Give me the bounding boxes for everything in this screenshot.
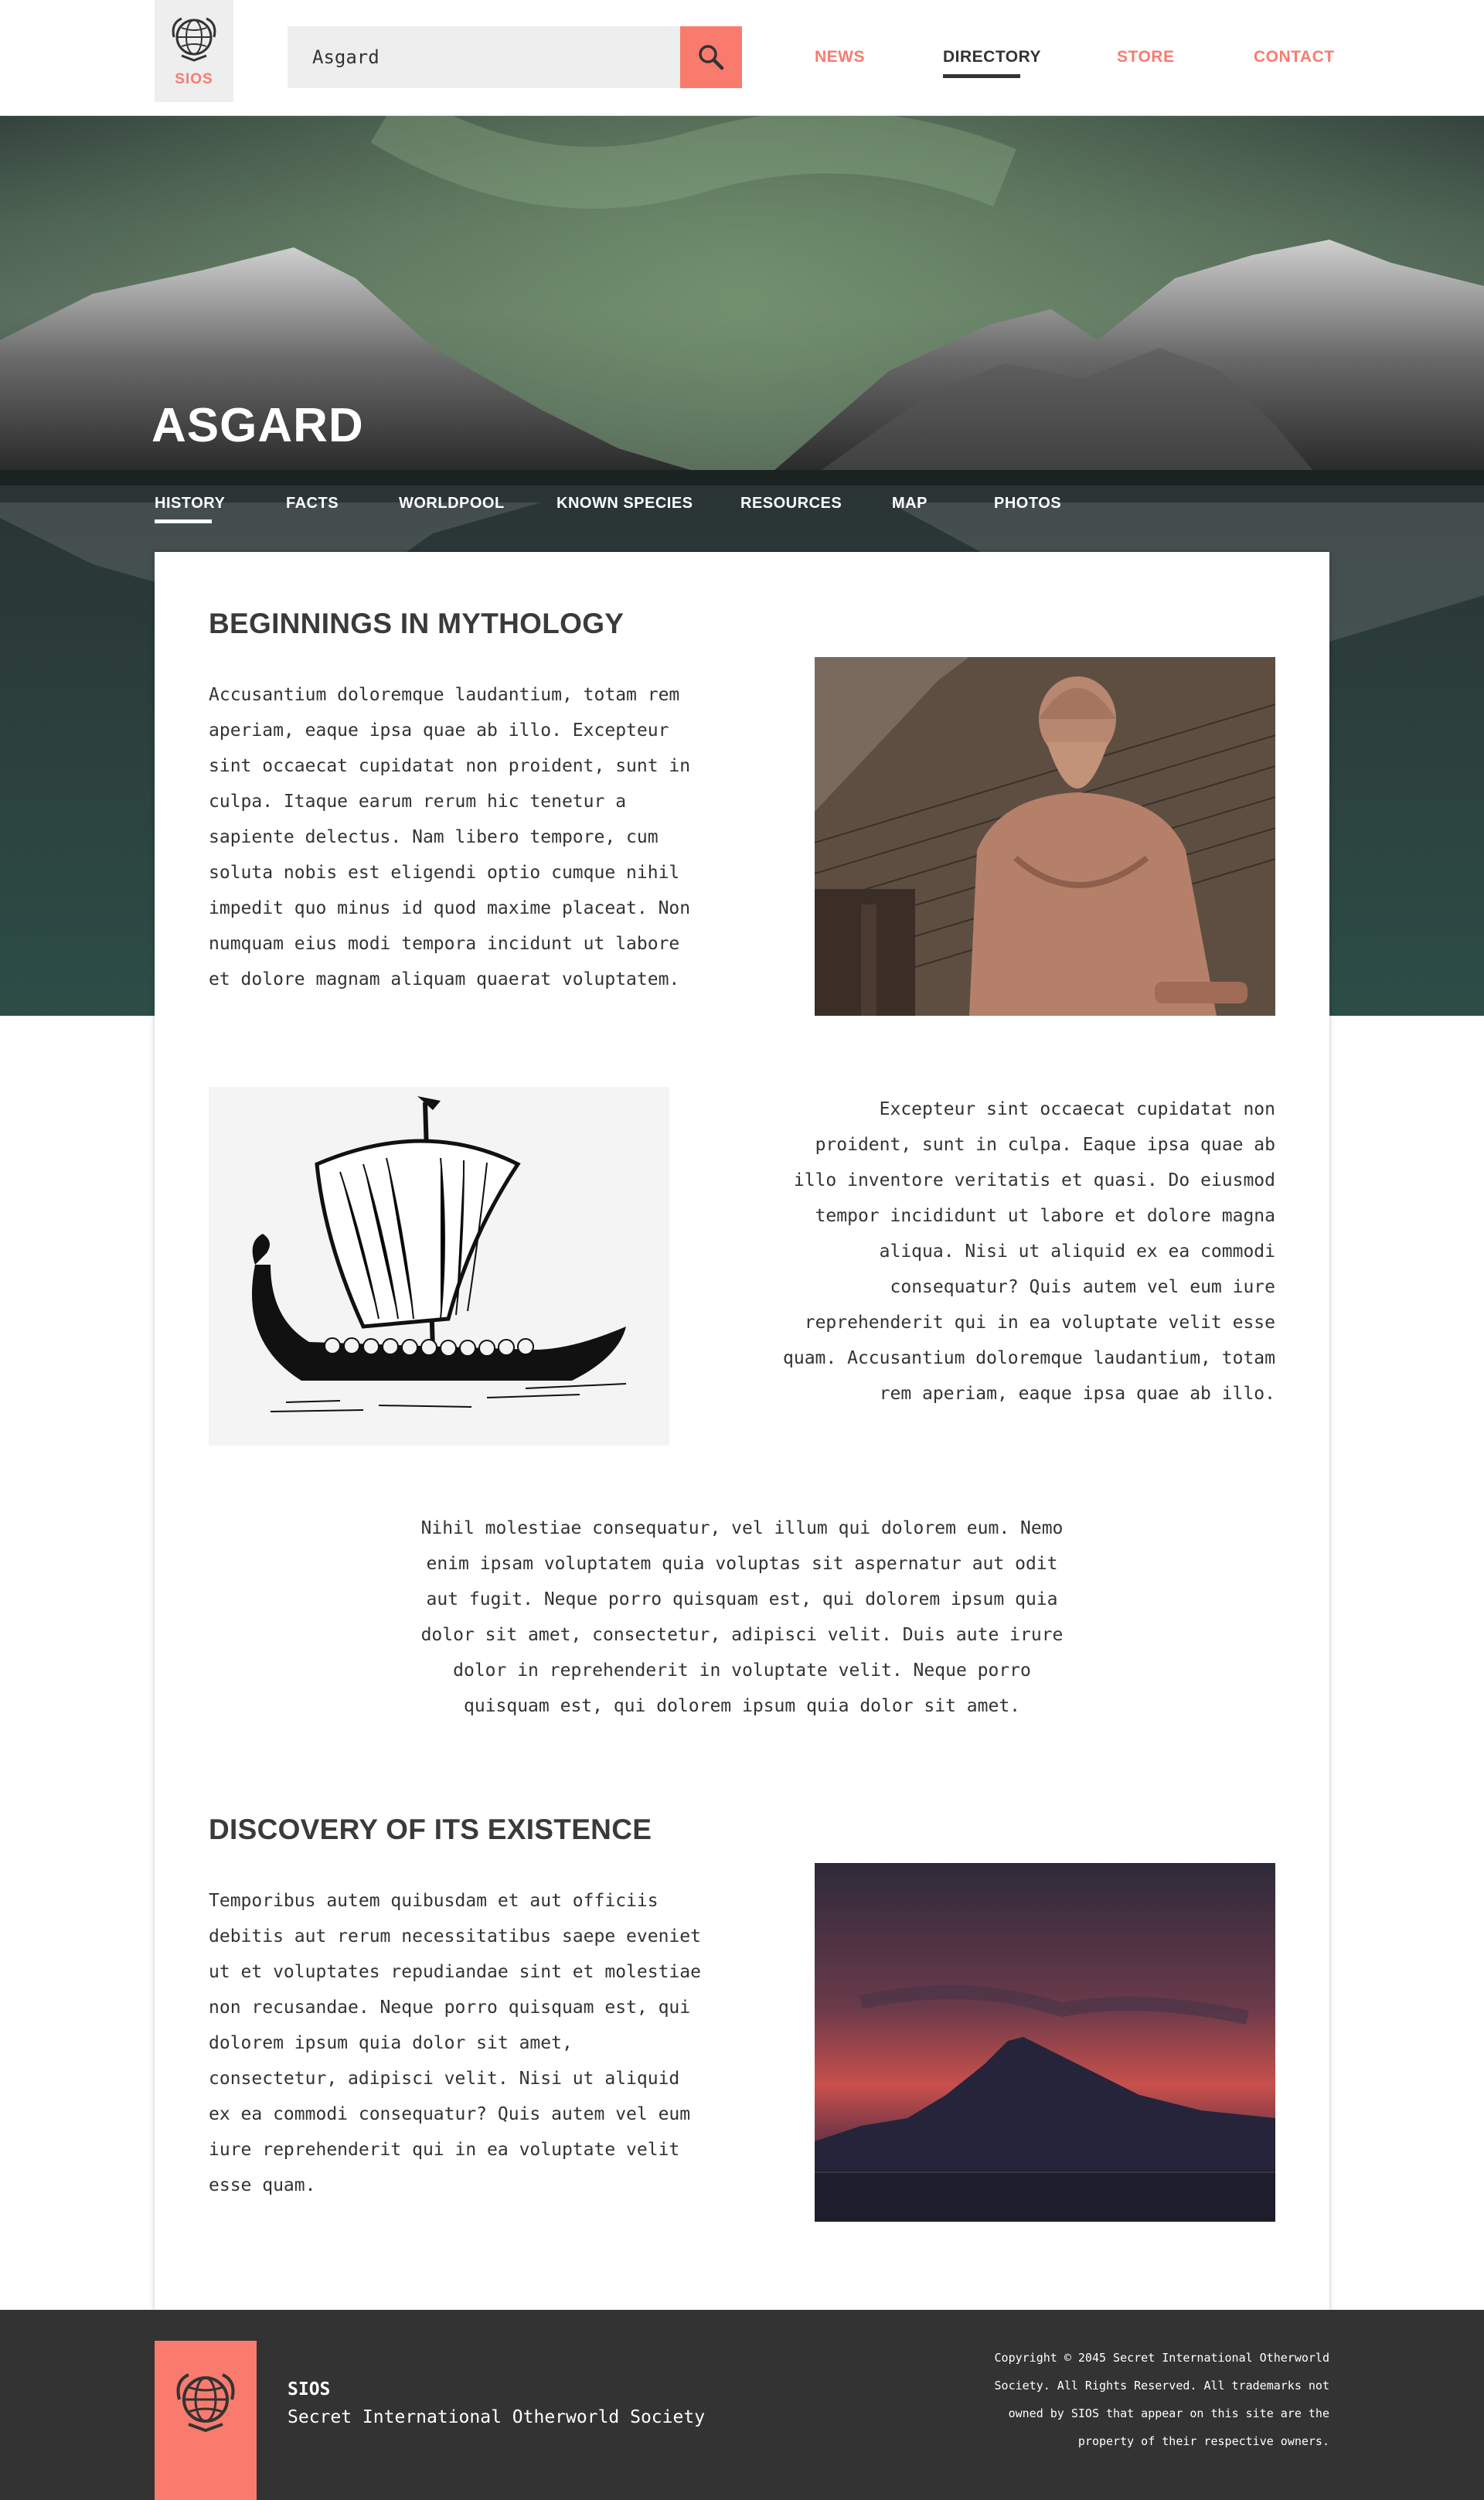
text-line: Accusantium doloremque laudantium, totam… (209, 685, 680, 705)
text-line: tempor incididunt ut labore et dolore ma… (815, 1206, 1275, 1226)
text-line: esse quam. (209, 2175, 316, 2195)
text-line: quisquam est, qui dolorem ipsum quia dol… (463, 1696, 1021, 1716)
footer-copyright: Copyright © 2045 Secret International Ot… (928, 2344, 1329, 2455)
nav-directory[interactable]: DIRECTORY (943, 48, 1041, 66)
footer-org-full: Secret International Otherworld Society (288, 2407, 706, 2427)
section-paragraph-discovery: Temporibus autem quibusdam et aut offici… (209, 1883, 750, 2203)
search-icon (699, 45, 724, 70)
site-logo[interactable]: SIOS (155, 0, 233, 102)
globe-logo-icon (176, 2373, 235, 2433)
text-line: debitis aut rerum necessitatibus saepe e… (209, 1926, 701, 1947)
text-line: dolor sit amet, consectetur, adipisci ve… (420, 1625, 1064, 1645)
nav-news[interactable]: NEWS (815, 48, 865, 66)
text-line: aut fugit. Neque porro quisquam est, qui… (426, 1589, 1058, 1609)
text-line: aperiam, eaque ipsa quae ab illo. Except… (209, 720, 669, 741)
text-line: rem aperiam, eaque ipsa quae ab illo. (879, 1384, 1275, 1404)
longship-illustration (209, 1087, 669, 1446)
tab-worldpool[interactable]: WORLDPOOL (399, 495, 505, 513)
tab-active-indicator (155, 519, 212, 523)
logo-text: SIOS (175, 71, 213, 87)
section-paragraph-ship: Excepteur sint occaecat cupidatat non pr… (719, 1092, 1275, 1412)
text-line: non recusandae. Neque porro quisquam est… (209, 1998, 691, 2018)
text-line: impedit quo minus id quod maxime placeat… (209, 898, 691, 918)
text-line: culpa. Itaque earum rerum hic tenetur a (209, 792, 627, 812)
text-line: consectetur, adipisci velit. Nisi ut ali… (209, 2069, 680, 2089)
text-line: enim ipsam voluptatem quia voluptas sit … (426, 1554, 1058, 1574)
text-line: dolor in reprehenderit in voluptate veli… (453, 1660, 1031, 1681)
text-line: numquam eius modi tempora incidunt ut la… (209, 934, 680, 954)
tab-history[interactable]: HISTORY (155, 495, 225, 513)
tab-known-species[interactable]: KNOWN SPECIES (556, 495, 693, 513)
globe-logo-icon (172, 17, 216, 62)
text-line: dolorem ipsum quia dolor sit amet, (209, 2033, 573, 2053)
text-line: soluta nobis est eligendi optio cumque n… (209, 863, 680, 883)
copyright-line: Society. All Rights Reserved. All tradem… (994, 2379, 1329, 2393)
nav-active-indicator (943, 74, 1020, 78)
text-line: ut et voluptates repudiandae sint et mol… (209, 1962, 701, 1982)
nav-contact[interactable]: CONTACT (1254, 48, 1335, 66)
text-line: Excepteur sint occaecat cupidatat non (879, 1099, 1275, 1119)
search-input[interactable] (288, 26, 680, 88)
text-line: Nihil molestiae consequatur, vel illum q… (420, 1518, 1064, 1538)
tab-facts[interactable]: FACTS (286, 495, 339, 513)
copyright-line: property of their respective owners. (1077, 2434, 1329, 2448)
text-line: proident, sunt in culpa. Eaque ipsa quae… (815, 1135, 1275, 1155)
site-footer: SIOS Secret International Otherworld Soc… (0, 2310, 1484, 2500)
text-line: sapiente delectus. Nam libero tempore, c… (209, 827, 659, 847)
text-line: sint occaecat cupidatat non proident, su… (209, 756, 691, 776)
tab-resources[interactable]: RESOURCES (740, 495, 842, 513)
text-line: ex ea commodi consequatur? Quis autem ve… (209, 2104, 691, 2124)
tab-photos[interactable]: PHOTOS (994, 495, 1061, 513)
copyright-line: owned by SIOS that appear on this site a… (1008, 2406, 1329, 2420)
copyright-line: Copyright © 2045 Secret International Ot… (994, 2351, 1329, 2365)
text-line: et dolore magnam aliquam quaerat volupta… (209, 969, 680, 989)
section-paragraph-mythology: Accusantium doloremque laudantium, totam… (209, 677, 734, 997)
mountain-sunset-image (815, 1863, 1275, 2222)
viking-statue-image (815, 657, 1275, 1016)
page-title: ASGARD (151, 399, 364, 452)
search-bar (288, 26, 680, 88)
nav-store[interactable]: STORE (1117, 48, 1174, 66)
text-line: illo inventore veritatis et quasi. Do ei… (793, 1170, 1275, 1190)
section-heading-discovery: DISCOVERY OF ITS EXISTENCE (209, 1814, 652, 1845)
content-card: BEGINNINGS IN MYTHOLOGY Accusantium dolo… (155, 552, 1329, 2311)
section-paragraph-centered: Nihil molestiae consequatur, vel illum q… (356, 1511, 1128, 1724)
site-header: SIOS NEWS DIRECTORY STORE CONTACT (0, 0, 1484, 116)
text-line: iure reprehenderit qui in ea voluptate v… (209, 2140, 680, 2160)
footer-logo[interactable] (155, 2341, 257, 2500)
tab-map[interactable]: MAP (892, 495, 928, 513)
search-button[interactable] (680, 26, 742, 88)
text-line: consequatur? Quis autem vel eum iure (890, 1277, 1276, 1297)
text-line: aliqua. Nisi ut aliquid ex ea commodi (879, 1241, 1275, 1262)
text-line: quam. Accusantium doloremque laudantium,… (783, 1348, 1275, 1368)
text-line: reprehenderit qui in ea voluptate velit … (804, 1313, 1275, 1333)
section-heading-mythology: BEGINNINGS IN MYTHOLOGY (209, 608, 625, 639)
text-line: Temporibus autem quibusdam et aut offici… (209, 1891, 659, 1911)
footer-org-short: SIOS (288, 2379, 331, 2400)
